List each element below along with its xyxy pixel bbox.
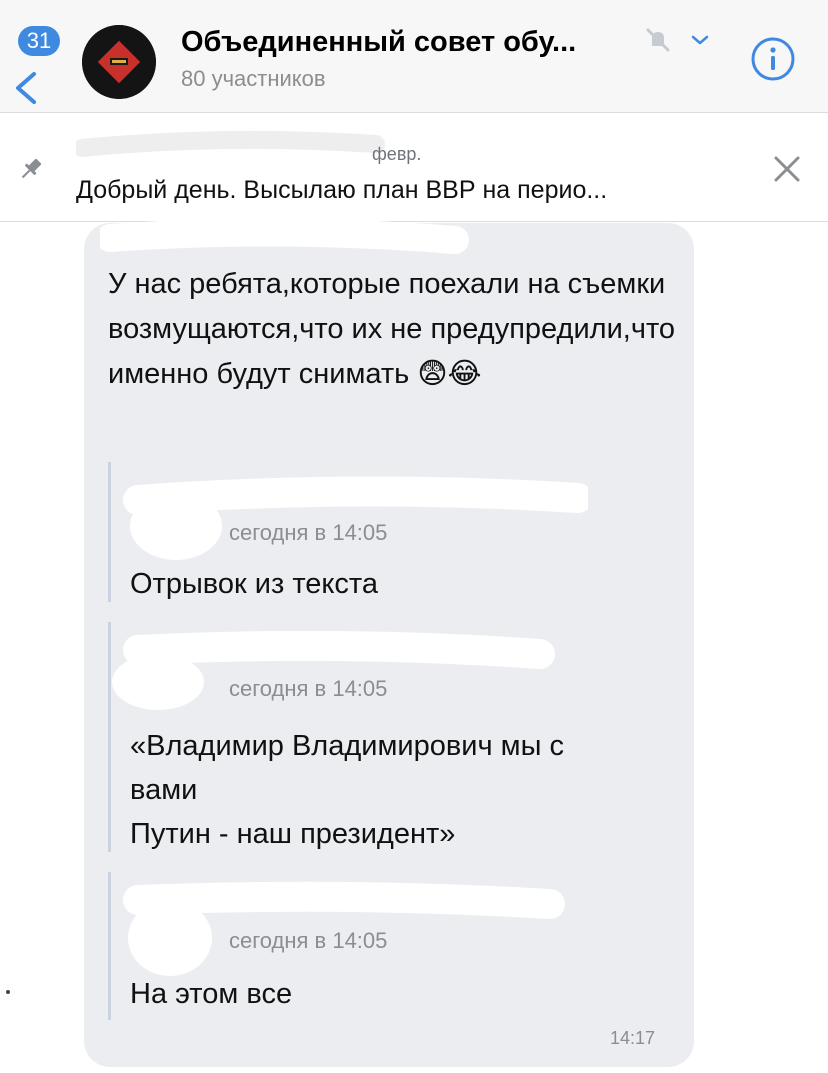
info-icon[interactable] bbox=[750, 36, 796, 82]
message-time: 14:17 bbox=[610, 1028, 656, 1048]
chat-header: 31 Объединенный совет обу... 80 участник… bbox=[0, 0, 828, 113]
close-icon[interactable] bbox=[770, 152, 804, 186]
redacted-author bbox=[123, 881, 565, 976]
redacted-author-name bbox=[100, 218, 469, 254]
redacted-author bbox=[123, 476, 588, 560]
chat-avatar[interactable] bbox=[82, 25, 156, 99]
pin-icon bbox=[21, 158, 42, 179]
message-text: У нас ребята,которые поехали на съемки в… bbox=[108, 268, 676, 390]
forwarded-message[interactable]: Сидоров сегодня в 14:05 Отрывок из текст… bbox=[108, 462, 668, 602]
forwarded-time: сегодня в 14:05 bbox=[229, 928, 388, 953]
forwarded-text: «Владимир Владимирович мы с вами Путин -… bbox=[130, 730, 564, 850]
members-count[interactable]: 80 участников bbox=[181, 66, 326, 92]
scroll-marker bbox=[6, 990, 10, 994]
forwarded-time: сегодня в 14:05 bbox=[229, 520, 388, 545]
pinned-date: февр. bbox=[372, 144, 422, 164]
muted-bell-icon bbox=[646, 28, 670, 52]
forwarded-bar bbox=[108, 462, 111, 602]
redacted-author bbox=[112, 630, 555, 710]
forwarded-time: сегодня в 14:05 bbox=[229, 676, 388, 701]
forwarded-text: Отрывок из текста bbox=[130, 568, 379, 600]
pinned-message-bar[interactable]: февр. Добрый день. Высылаю план ВВР на п… bbox=[0, 114, 828, 222]
forwarded-text: На этом все bbox=[130, 978, 293, 1010]
chat-logo-icon bbox=[82, 25, 156, 99]
chevron-down-icon[interactable] bbox=[690, 30, 710, 50]
chat-title[interactable]: Объединенный совет обу... bbox=[181, 26, 641, 59]
pinned-text: Добрый день. Высылаю план ВВР на перио..… bbox=[76, 176, 608, 204]
forwarded-message[interactable]: сегодня в 14:05 На этом все bbox=[108, 872, 668, 1020]
forwarded-message[interactable]: Сидоров сегодня в 14:05 «Владимир Владим… bbox=[108, 622, 668, 852]
forwarded-bar bbox=[108, 872, 111, 1020]
unread-badge: 31 bbox=[18, 26, 60, 56]
back-chevron-icon bbox=[16, 72, 36, 104]
